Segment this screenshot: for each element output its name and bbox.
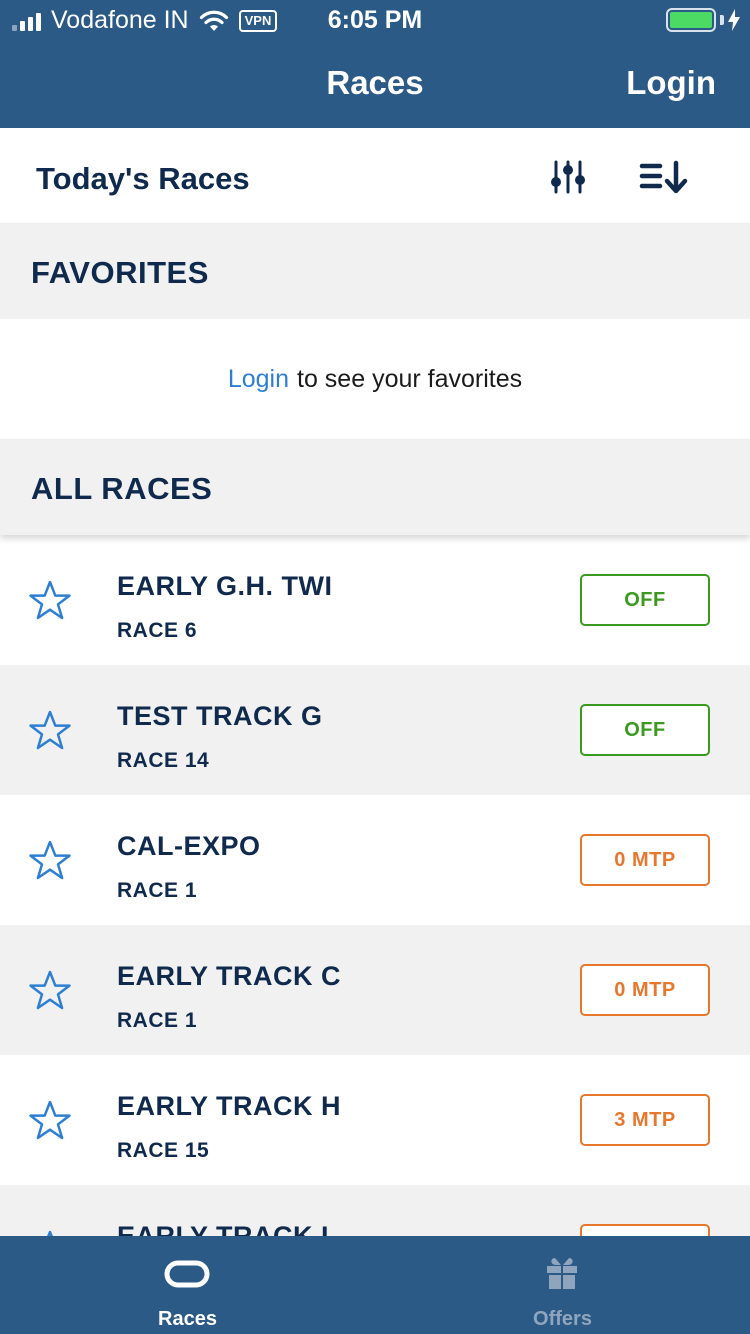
all-races-header-label: ALL RACES	[31, 471, 213, 506]
clock: 6:05 PM	[327, 6, 423, 34]
race-status-badge: 0 MTP	[580, 964, 710, 1016]
race-row[interactable]: EARLY TRACK H RACE 15 3 MTP	[0, 1055, 750, 1185]
favorites-header-label: FAVORITES	[31, 255, 209, 290]
tab-offers[interactable]: Offers	[375, 1236, 750, 1334]
tab-races-label: Races	[158, 1308, 217, 1330]
favorites-empty-state: Login to see your favorites	[0, 319, 750, 439]
star-icon[interactable]	[28, 709, 72, 751]
race-status-badge	[580, 1224, 710, 1236]
star-icon[interactable]	[28, 1229, 72, 1236]
race-number: RACE 1	[117, 1009, 198, 1032]
race-row[interactable]: TEST TRACK G RACE 14 OFF	[0, 665, 750, 795]
login-button[interactable]: Login	[626, 64, 716, 102]
race-status-badge: OFF	[580, 574, 710, 626]
favorites-message: to see your favorites	[297, 365, 523, 393]
race-status-badge: OFF	[580, 704, 710, 756]
favorites-header: FAVORITES	[0, 223, 750, 319]
status-bar: Vodafone IN VPN 6:05 PM	[0, 0, 750, 40]
favorites-login-link[interactable]: Login	[228, 365, 289, 393]
race-track-name: EARLY G.H. TWI	[117, 571, 333, 601]
charging-bolt-icon	[728, 9, 740, 31]
race-track-name: TEST TRACK G	[117, 701, 323, 731]
track-icon	[164, 1260, 210, 1288]
race-number: RACE 15	[117, 1139, 210, 1162]
race-row[interactable]: EARLY TRACK C RACE 1 0 MTP	[0, 925, 750, 1055]
sort-icon[interactable]	[638, 160, 690, 194]
star-icon[interactable]	[28, 1099, 72, 1141]
todays-races-title: Today's Races	[36, 161, 250, 196]
races-toolbar: Today's Races	[0, 128, 750, 223]
tab-races[interactable]: Races	[0, 1236, 375, 1334]
tab-bar: Races Offers	[0, 1236, 750, 1334]
race-track-name: CAL-EXPO	[117, 831, 261, 861]
race-number: RACE 1	[117, 879, 198, 902]
star-icon[interactable]	[28, 579, 72, 621]
race-status-badge: 0 MTP	[580, 834, 710, 886]
battery-icon	[666, 8, 716, 32]
race-track-name: EARLY TRACK I	[117, 1221, 330, 1236]
all-races-header: ALL RACES	[0, 439, 750, 535]
race-row[interactable]: EARLY G.H. TWI RACE 6 OFF	[0, 535, 750, 665]
sliders-icon[interactable]	[548, 160, 588, 194]
race-number: RACE 14	[117, 749, 210, 772]
race-list: EARLY G.H. TWI RACE 6 OFF TEST TRACK G R…	[0, 535, 750, 1236]
race-status-badge: 3 MTP	[580, 1094, 710, 1146]
race-row[interactable]: EARLY TRACK I	[0, 1185, 750, 1236]
race-track-name: EARLY TRACK H	[117, 1091, 342, 1121]
race-row[interactable]: CAL-EXPO RACE 1 0 MTP	[0, 795, 750, 925]
nav-bar: Races Login	[0, 40, 750, 128]
race-track-name: EARLY TRACK C	[117, 961, 342, 991]
tab-offers-label: Offers	[533, 1308, 592, 1330]
star-icon[interactable]	[28, 839, 72, 881]
status-bar-right	[666, 8, 740, 32]
race-number: RACE 6	[117, 619, 198, 642]
star-icon[interactable]	[28, 969, 72, 1011]
gift-icon	[547, 1258, 577, 1289]
